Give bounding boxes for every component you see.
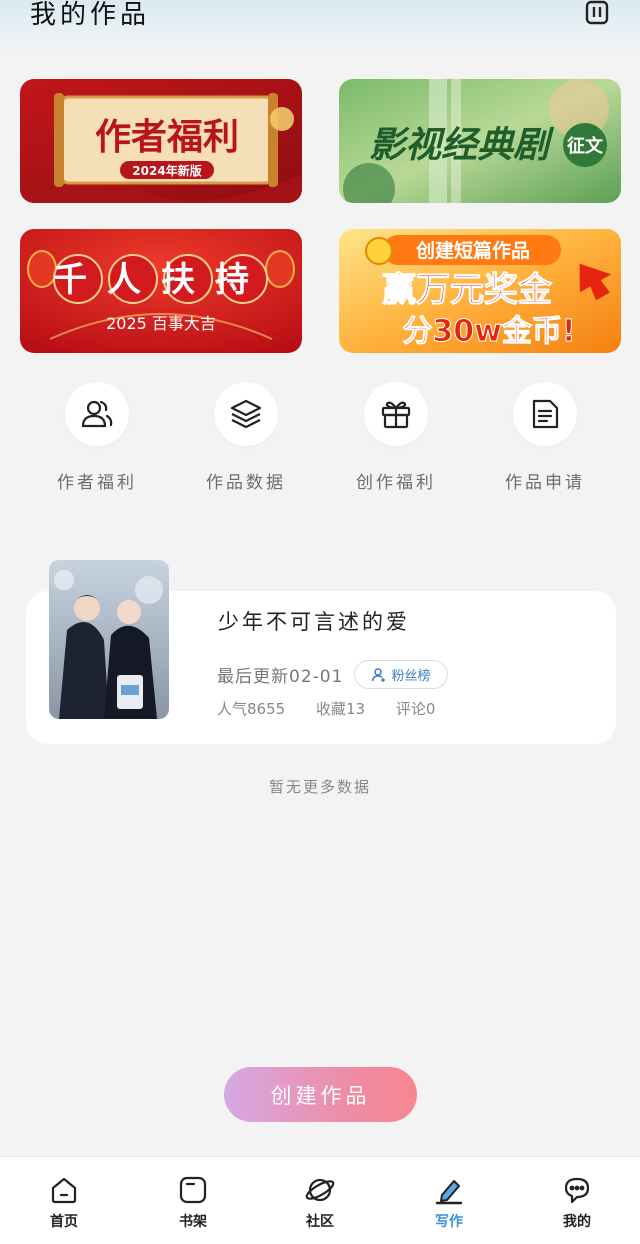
fans-button-label: 粉丝榜 [391, 669, 431, 684]
trash-icon[interactable] [584, 0, 610, 26]
header: 我的作品 [0, 0, 640, 60]
tab-label: 社区 [306, 1214, 334, 1230]
work-title[interactable]: 少年不可言述的爱 [218, 606, 410, 636]
banner-short-story-contest[interactable]: 创建短篇作品 赢万元奖金 分30w金币! [339, 229, 621, 353]
comments: 评论0 [395, 700, 436, 718]
book-cover[interactable] [49, 560, 169, 719]
page-title: 我的作品 [30, 0, 151, 30]
bookshelf-icon [178, 1175, 208, 1205]
banner-4-line2: 赢万元奖金 [382, 270, 553, 310]
tab-label: 写作 [435, 1214, 463, 1230]
banner-film-tv-classic[interactable]: 影视经典剧 征文 [339, 79, 621, 203]
last-update: 最后更新02-01 [217, 667, 344, 687]
bottom-tab-bar: 首页 书架 社区 写作 我的 [0, 1156, 640, 1244]
planet-icon [305, 1175, 335, 1205]
quick-action-label: 创作福利 [356, 473, 436, 493]
quick-action-work-application[interactable]: 作品申请 [470, 382, 620, 493]
tab-label: 书架 [179, 1214, 207, 1230]
quick-action-creation-welfare[interactable]: 创作福利 [321, 382, 471, 493]
tab-home[interactable]: 首页 [14, 1175, 114, 1231]
document-icon [513, 382, 577, 446]
banner-1-subtitle: 2024年新版 [132, 163, 201, 178]
pen-icon [434, 1175, 464, 1205]
tab-bookshelf[interactable]: 书架 [143, 1175, 243, 1231]
quick-action-label: 作者福利 [57, 473, 137, 493]
banner-author-welfare[interactable]: 作者福利 2024年新版 [20, 79, 302, 203]
banner-3-title: 千人扶持 [53, 260, 269, 300]
tab-label: 我的 [563, 1214, 591, 1230]
banner-thousand-support[interactable]: 千人扶持 2025 百事大吉 [20, 229, 302, 353]
users-icon [65, 382, 129, 446]
tab-community[interactable]: 社区 [270, 1175, 370, 1231]
quick-action-author-welfare[interactable]: 作者福利 [22, 382, 172, 493]
quick-action-label: 作品数据 [206, 473, 286, 493]
no-more-data: 暂无更多数据 [268, 778, 371, 796]
tab-write[interactable]: 写作 [399, 1175, 499, 1231]
user-icon [372, 667, 386, 682]
fans-ranking-button[interactable]: 粉丝榜 [354, 660, 448, 689]
create-work-button[interactable]: 创建作品 [224, 1067, 417, 1122]
chat-bubble-icon [562, 1175, 592, 1205]
tab-label: 首页 [50, 1214, 78, 1230]
quick-action-work-data[interactable]: 作品数据 [171, 382, 321, 493]
banner-4-line1: 创建短篇作品 [415, 239, 530, 262]
work-stats: 人气8655 收藏13 评论0 [217, 698, 461, 719]
banner-2-title: 影视经典剧 [369, 124, 555, 166]
tab-mine[interactable]: 我的 [527, 1175, 627, 1231]
banner-1-title: 作者福利 [95, 117, 239, 158]
quick-action-label: 作品申请 [505, 473, 585, 493]
banner-3-subtitle: 2025 百事大吉 [106, 314, 216, 333]
gift-icon [364, 382, 428, 446]
banner-4-line3: 分30w金币! [402, 314, 575, 349]
favorites: 收藏13 [315, 700, 366, 718]
layers-icon [214, 382, 278, 446]
banner-2-badge: 征文 [567, 135, 604, 157]
home-icon [49, 1175, 79, 1205]
popularity: 人气8655 [217, 700, 286, 718]
